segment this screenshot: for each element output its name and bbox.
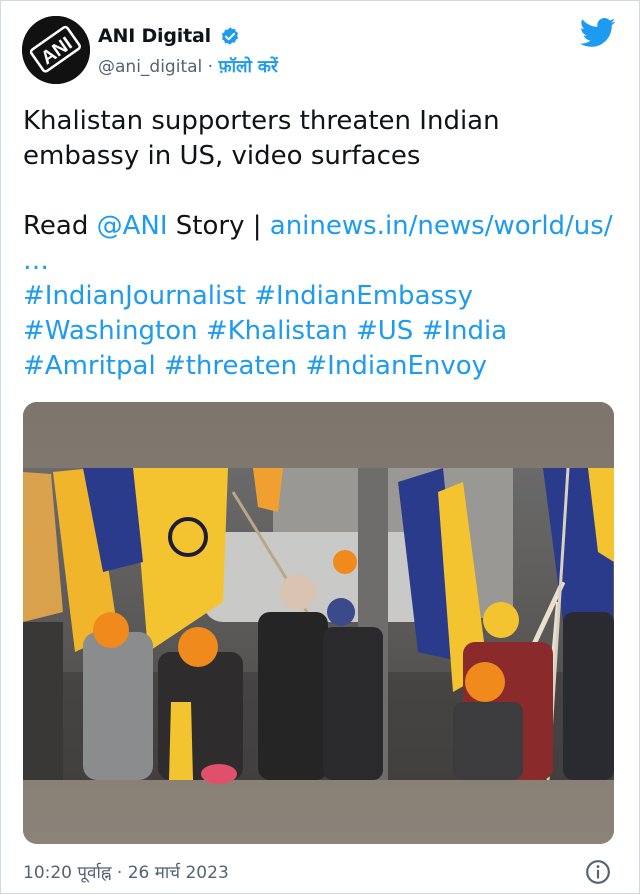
verified-badge-icon (221, 27, 239, 45)
tweet-body: Khalistan supporters threaten Indian emb… (23, 104, 623, 384)
hashtag-line-2: #Washington #Khalistan #US #India (23, 314, 623, 349)
tweet-card: ANI ANI Digital @ani_digital · फ़ॉलो करे… (0, 0, 640, 894)
hashtag-link[interactable]: #threaten (164, 351, 297, 381)
protest-video-still (23, 402, 614, 844)
read-prefix: Read (23, 211, 97, 241)
author-handle-row: @ani_digital · फ़ॉलो करें (98, 54, 278, 77)
hashtag-line-1: #IndianJournalist #IndianEmbassy (23, 279, 623, 314)
hashtag-link[interactable]: #India (422, 316, 508, 346)
hashtag-line-3: #Amritpal #threaten #IndianEnvoy (23, 349, 623, 384)
tweet-read-line: Read @ANI Story | aninews.in/news/world/… (23, 209, 623, 244)
hashtag-link[interactable]: #Washington (23, 316, 198, 346)
ani-logo-icon: ANI (22, 16, 90, 84)
tweet-headline: Khalistan supporters threaten Indian emb… (23, 106, 500, 171)
twitter-bird-icon[interactable] (580, 18, 616, 48)
hashtag-link[interactable]: #US (356, 316, 413, 346)
tweet-video-media[interactable] (23, 402, 614, 844)
author-display-name[interactable]: ANI Digital (98, 25, 211, 47)
article-link-ellipsis[interactable]: … (23, 246, 49, 276)
tweet-timestamp[interactable]: 10:20 पूर्वाह्न · 26 मार्च 2023 (23, 860, 229, 883)
hashtag-link[interactable]: #IndianEnvoy (305, 351, 487, 381)
info-icon[interactable] (585, 859, 611, 885)
follow-button[interactable]: फ़ॉलो करें (218, 57, 277, 77)
story-separator: Story | (167, 211, 270, 241)
hashtag-link[interactable]: #IndianJournalist (23, 281, 246, 311)
hashtag-link[interactable]: #Khalistan (206, 316, 348, 346)
hashtag-link[interactable]: #Amritpal (23, 351, 156, 381)
article-link[interactable]: aninews.in/news/world/us/ (270, 211, 613, 241)
author-avatar[interactable]: ANI (22, 16, 90, 84)
hashtag-link[interactable]: #IndianEmbassy (254, 281, 473, 311)
author-handle[interactable]: @ani_digital (98, 57, 202, 77)
handle-separator: · (207, 57, 214, 77)
mention-link[interactable]: @ANI (97, 211, 168, 241)
